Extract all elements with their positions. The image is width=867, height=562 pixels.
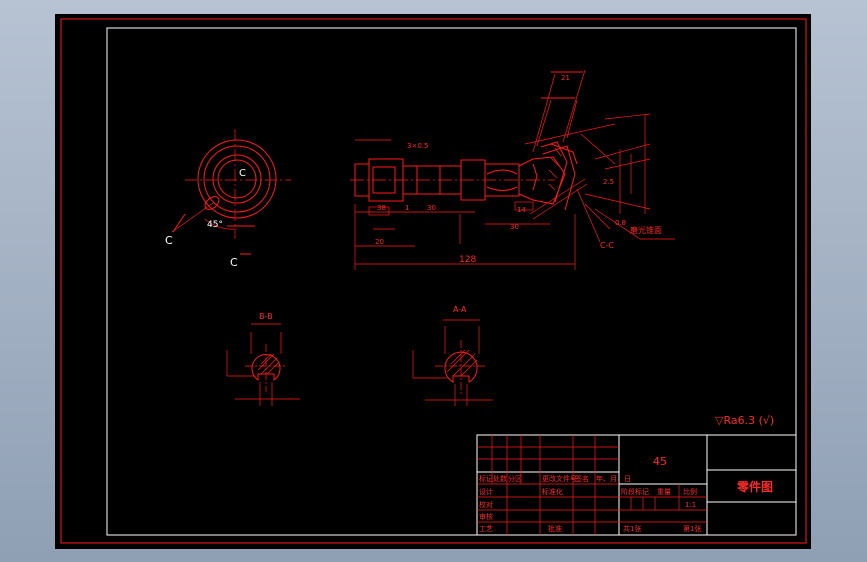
label-b-b: B-B [259,312,273,321]
dim-20: 20 [375,238,384,246]
title-stage-mark: 阶段标记 [621,487,649,496]
title-design: 设计 [479,487,493,496]
drawing-sheet: C C C 45° 128 20 38 1 30 30 14 21 2.5 0.… [60,18,807,544]
dim-2-5: 2.5 [603,178,614,186]
dim-1: 1 [405,204,409,212]
title-sheet-no: 第1张 [683,524,701,533]
title-header-date: 年、月、日 [596,474,631,483]
title-scale-value: 1:1 [685,501,696,509]
title-standard: 标准化 [542,487,563,496]
sheet-outer-border [60,18,807,544]
title-process: 工艺 [479,525,493,533]
dim-30-right: 30 [510,223,519,231]
section-b-b: B-B [226,312,300,406]
title-scale: 比例 [683,487,697,496]
view-label-c-center: C [239,168,246,179]
view-label-c-bottom: C [230,256,238,269]
section-a-a: A-A [412,305,493,406]
label-ground-cone: 磨光锥面 [630,225,662,235]
title-approve: 批准 [548,524,562,533]
title-header-zone: 分区 [508,474,522,483]
cad-viewport[interactable]: C C C 45° 128 20 38 1 30 30 14 21 2.5 0.… [55,14,811,549]
title-weight: 重量 [657,488,671,496]
title-part-name: 零件图 [736,479,773,494]
title-review: 审核 [479,512,493,521]
dim-38: 38 [377,204,386,212]
label-a-a: A-A [453,305,467,314]
dim-30-left: 30 [427,204,436,212]
title-header-count: 处数 [493,474,507,483]
title-material: 45 [653,455,667,468]
dim-3x0-5: 3×0.5 [407,142,428,150]
sheet-drawing-frame [106,27,797,536]
end-view-circle: C C C 45° [165,129,291,269]
label-c-c: C-C [600,241,614,250]
title-header-mark: 标记 [479,474,493,483]
dim-21: 21 [561,74,570,82]
view-label-c-left: C [165,234,173,247]
angle-45-label: 45° [207,220,223,230]
title-header-change: 更改文件号 [542,474,577,483]
title-sheet-total: 共1张 [623,524,641,533]
surface-finish-note: ▽Ra6.3 (√) [715,414,774,427]
title-check: 校对 [479,500,493,509]
dim-128: 128 [459,255,476,265]
title-header-sign: 签名 [575,474,589,483]
dim-0-8: 0.8 [615,219,626,227]
shaft-elevation: 128 20 38 1 30 30 14 21 2.5 0.8 3×0.5 磨光… [350,69,675,270]
title-block: 45 零件图 标记 处数 分区 更改文件号 签名 年、月、日 设计 校对 审核 … [476,434,797,536]
